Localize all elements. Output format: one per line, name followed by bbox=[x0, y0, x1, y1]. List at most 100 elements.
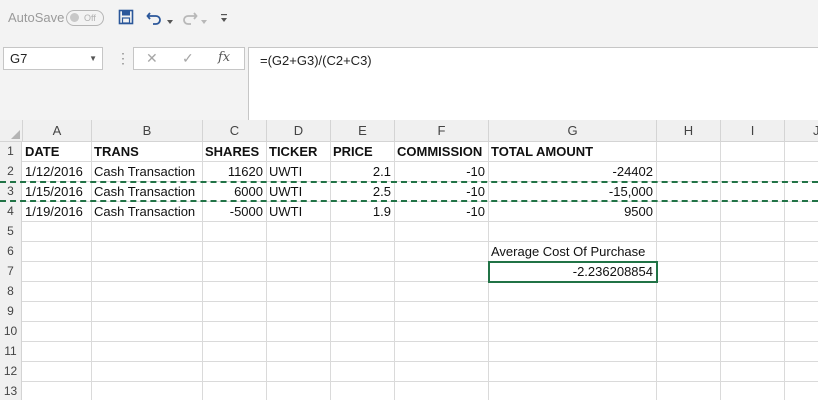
cell-d2[interactable]: UWTI bbox=[267, 162, 331, 182]
cell-a8[interactable] bbox=[23, 282, 92, 302]
cell-j1[interactable] bbox=[785, 142, 818, 162]
cell-c8[interactable] bbox=[203, 282, 267, 302]
cell-d12[interactable] bbox=[267, 362, 331, 382]
cell-i1[interactable] bbox=[721, 142, 785, 162]
cell-e3[interactable]: 2.5 bbox=[331, 182, 395, 202]
cell-f4[interactable]: -10 bbox=[395, 202, 489, 222]
cell-h11[interactable] bbox=[657, 342, 721, 362]
enter-check-icon[interactable]: ✓ bbox=[182, 50, 194, 67]
cell-h10[interactable] bbox=[657, 322, 721, 342]
cell-e8[interactable] bbox=[331, 282, 395, 302]
chevron-down-icon[interactable]: ▼ bbox=[89, 54, 97, 63]
cell-f13[interactable] bbox=[395, 382, 489, 400]
cell-b12[interactable] bbox=[92, 362, 203, 382]
cell-j12[interactable] bbox=[785, 362, 818, 382]
row-header[interactable]: 2 bbox=[0, 162, 22, 182]
cell-c4[interactable]: -5000 bbox=[203, 202, 267, 222]
cell-a7[interactable] bbox=[23, 262, 92, 282]
cell-i12[interactable] bbox=[721, 362, 785, 382]
customize-toolbar-icon[interactable] bbox=[220, 8, 228, 26]
cell-i4[interactable] bbox=[721, 202, 785, 222]
cell-a3[interactable]: 1/15/2016 bbox=[23, 182, 92, 202]
cell-h6[interactable] bbox=[657, 242, 721, 262]
cell-f9[interactable] bbox=[395, 302, 489, 322]
column-header-b[interactable]: B bbox=[92, 120, 203, 141]
name-box[interactable]: G7 ▼ bbox=[3, 47, 103, 70]
row-header[interactable]: 7 bbox=[0, 262, 22, 282]
cell-i13[interactable] bbox=[721, 382, 785, 400]
cell-h1[interactable] bbox=[657, 142, 721, 162]
cell-c10[interactable] bbox=[203, 322, 267, 342]
cell-e6[interactable] bbox=[331, 242, 395, 262]
cell-i3[interactable] bbox=[721, 182, 785, 202]
cell-j9[interactable] bbox=[785, 302, 818, 322]
redo-icon[interactable] bbox=[182, 8, 198, 26]
cell-c9[interactable] bbox=[203, 302, 267, 322]
cell-e1[interactable]: PRICE bbox=[331, 142, 395, 162]
cell-f12[interactable] bbox=[395, 362, 489, 382]
undo-icon[interactable] bbox=[146, 8, 162, 26]
cell-i6[interactable] bbox=[721, 242, 785, 262]
cell-g8[interactable] bbox=[489, 282, 657, 302]
column-header-f[interactable]: F bbox=[395, 120, 489, 141]
cell-d11[interactable] bbox=[267, 342, 331, 362]
cell-a12[interactable] bbox=[23, 362, 92, 382]
cell-h8[interactable] bbox=[657, 282, 721, 302]
cell-b13[interactable] bbox=[92, 382, 203, 400]
cell-a4[interactable]: 1/19/2016 bbox=[23, 202, 92, 222]
row-header[interactable]: 12 bbox=[0, 362, 22, 382]
cell-h4[interactable] bbox=[657, 202, 721, 222]
column-header-j[interactable]: J bbox=[785, 120, 818, 141]
save-icon[interactable] bbox=[118, 8, 134, 26]
spreadsheet-grid[interactable]: A B C D E F G H I J 1 DATE TRANS SHARES TICK… bbox=[0, 120, 818, 400]
row-header[interactable]: 1 bbox=[0, 142, 22, 162]
row-header[interactable]: 11 bbox=[0, 342, 22, 362]
cell-h13[interactable] bbox=[657, 382, 721, 400]
row-header[interactable]: 4 bbox=[0, 202, 22, 222]
cell-j4[interactable] bbox=[785, 202, 818, 222]
column-header-a[interactable]: A bbox=[23, 120, 92, 141]
cell-h7[interactable] bbox=[657, 262, 721, 282]
cell-b9[interactable] bbox=[92, 302, 203, 322]
cell-g4[interactable]: 9500 bbox=[489, 202, 657, 222]
cell-g3[interactable]: -15,000 bbox=[489, 182, 657, 202]
cell-b3[interactable]: Cash Transaction bbox=[92, 182, 203, 202]
cell-a9[interactable] bbox=[23, 302, 92, 322]
row-header[interactable]: 5 bbox=[0, 222, 22, 242]
cell-j13[interactable] bbox=[785, 382, 818, 400]
cell-e5[interactable] bbox=[331, 222, 395, 242]
cell-f11[interactable] bbox=[395, 342, 489, 362]
select-all-button[interactable] bbox=[0, 120, 23, 141]
column-header-i[interactable]: I bbox=[721, 120, 785, 141]
cell-a13[interactable] bbox=[23, 382, 92, 400]
cell-c3[interactable]: 6000 bbox=[203, 182, 267, 202]
cell-g1[interactable]: TOTAL AMOUNT bbox=[489, 142, 657, 162]
cell-g2[interactable]: -24402 bbox=[489, 162, 657, 182]
cell-c7[interactable] bbox=[203, 262, 267, 282]
cell-j11[interactable] bbox=[785, 342, 818, 362]
cell-j3[interactable] bbox=[785, 182, 818, 202]
cell-b4[interactable]: Cash Transaction bbox=[92, 202, 203, 222]
cell-g10[interactable] bbox=[489, 322, 657, 342]
cell-e7[interactable] bbox=[331, 262, 395, 282]
cell-d1[interactable]: TICKER bbox=[267, 142, 331, 162]
cell-a2[interactable]: 1/12/2016 bbox=[23, 162, 92, 182]
cell-e4[interactable]: 1.9 bbox=[331, 202, 395, 222]
cell-e12[interactable] bbox=[331, 362, 395, 382]
cell-b1[interactable]: TRANS bbox=[92, 142, 203, 162]
cell-g5[interactable] bbox=[489, 222, 657, 242]
cell-d7[interactable] bbox=[267, 262, 331, 282]
cell-g13[interactable] bbox=[489, 382, 657, 400]
insert-function-icon[interactable]: fx bbox=[218, 50, 230, 65]
cell-i8[interactable] bbox=[721, 282, 785, 302]
row-header[interactable]: 13 bbox=[0, 382, 22, 400]
cell-b11[interactable] bbox=[92, 342, 203, 362]
cell-j5[interactable] bbox=[785, 222, 818, 242]
cell-j8[interactable] bbox=[785, 282, 818, 302]
column-header-h[interactable]: H bbox=[657, 120, 721, 141]
cell-e10[interactable] bbox=[331, 322, 395, 342]
redo-dropdown-icon[interactable] bbox=[200, 13, 208, 31]
row-header[interactable]: 6 bbox=[0, 242, 22, 262]
formula-bar-splitter-icon[interactable]: ⋮ bbox=[116, 50, 130, 67]
cell-f2[interactable]: -10 bbox=[395, 162, 489, 182]
